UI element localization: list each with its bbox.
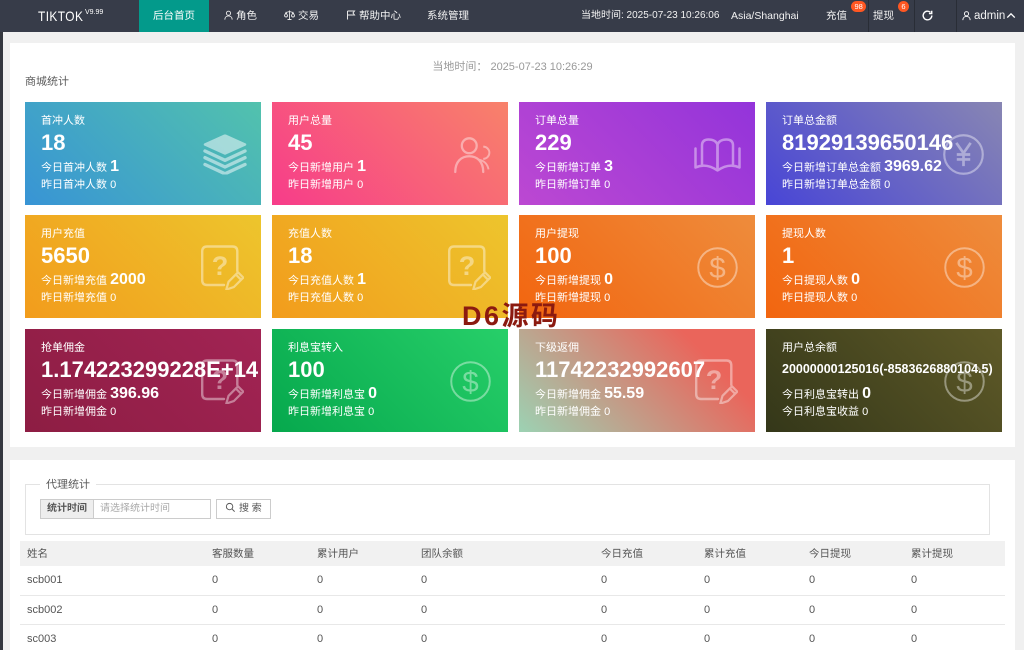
svg-text:$: $: [956, 252, 972, 285]
svg-text:?: ?: [706, 365, 723, 395]
svg-text:?: ?: [459, 251, 476, 281]
svg-text:$: $: [956, 366, 972, 399]
svg-text:?: ?: [212, 365, 229, 395]
svg-text:?: ?: [212, 251, 229, 281]
svg-text:$: $: [709, 252, 725, 285]
svg-text:$: $: [462, 366, 478, 399]
